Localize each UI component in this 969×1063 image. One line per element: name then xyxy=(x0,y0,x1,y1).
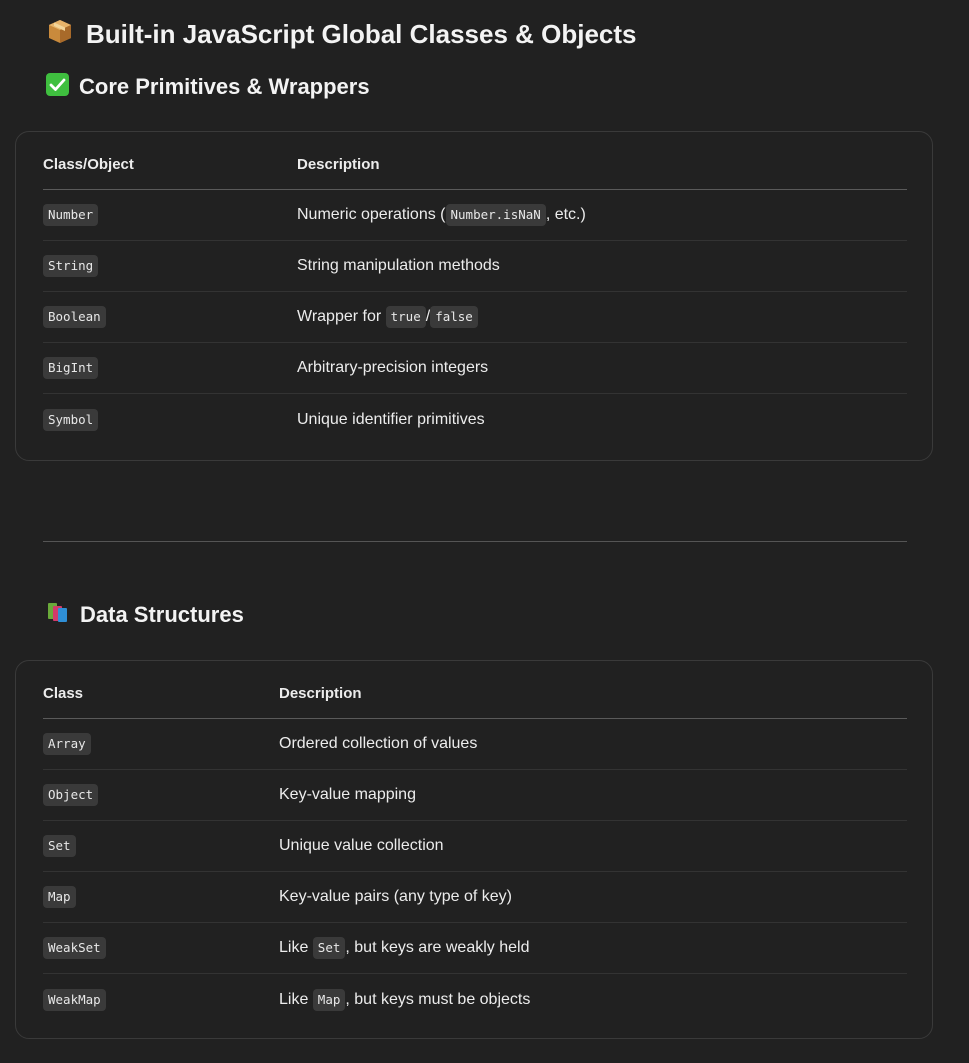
table-row: WeakMap Like Map , but keys must be obje… xyxy=(43,974,907,1025)
inline-code: Set xyxy=(312,937,346,959)
row-description: Arbitrary-precision integers xyxy=(297,359,489,376)
table-row: Map Key-value pairs (any type of key) xyxy=(43,872,907,923)
table-row: Symbol Unique identifier primitives xyxy=(43,394,907,445)
description-text: , etc.) xyxy=(545,206,586,223)
column-header-class: Class/Object xyxy=(43,155,134,173)
row-description: Ordered collection of values xyxy=(279,735,478,752)
page-title: Built-in JavaScript Global Classes & Obj… xyxy=(46,16,637,52)
table-row: Number Numeric operations ( Number.isNaN… xyxy=(43,190,907,241)
row-description: Like Set , but keys are weakly held xyxy=(279,923,529,973)
row-description: String manipulation methods xyxy=(297,257,500,274)
description-text: , but keys must be objects xyxy=(345,990,531,1008)
class-name-code: BigInt xyxy=(43,357,99,379)
row-description: Wrapper for true / false xyxy=(297,292,478,342)
row-description: Numeric operations ( Number.isNaN , etc.… xyxy=(297,190,586,240)
inline-code: true xyxy=(385,306,426,328)
class-name-code: Object xyxy=(43,784,99,806)
class-name-code: Map xyxy=(43,886,76,908)
section-heading-text: Core Primitives & Wrappers xyxy=(79,74,370,99)
table-header: Class/Object Description xyxy=(43,139,907,190)
books-icon xyxy=(46,600,70,630)
inline-code: Map xyxy=(312,988,346,1011)
core-primitives-table: Class/Object Description Number Numeric … xyxy=(15,131,933,461)
row-description: Like Map , but keys must be objects xyxy=(279,974,530,1025)
row-description: Key-value pairs (any type of key) xyxy=(279,888,512,905)
column-header-class: Class xyxy=(43,684,84,702)
table-row: Array Ordered collection of values xyxy=(43,719,907,770)
check-mark-icon xyxy=(46,72,69,102)
row-description: Unique identifier primitives xyxy=(297,410,485,428)
class-name-code: Boolean xyxy=(43,306,106,328)
row-description: Unique value collection xyxy=(279,837,444,854)
class-name-code: Number xyxy=(43,204,99,226)
section-heading-text: Data Structures xyxy=(80,602,244,627)
inline-code: false xyxy=(430,306,478,328)
table-row: BigInt Arbitrary-precision integers xyxy=(43,343,907,394)
description-text: Like xyxy=(279,939,313,956)
page-title-text: Built-in JavaScript Global Classes & Obj… xyxy=(86,18,637,49)
table-row: Boolean Wrapper for true / false xyxy=(43,292,907,343)
column-header-description: Description xyxy=(279,684,362,702)
horizontal-divider xyxy=(43,541,907,542)
package-icon xyxy=(46,17,74,52)
class-name-code: Set xyxy=(43,835,76,857)
table-header: Class Description xyxy=(43,668,907,719)
description-text: Like xyxy=(279,990,313,1008)
table-row: Object Key-value mapping xyxy=(43,770,907,821)
table-row: String String manipulation methods xyxy=(43,241,907,292)
description-text: Numeric operations ( xyxy=(297,206,446,223)
section-heading-core-primitives: Core Primitives & Wrappers xyxy=(46,71,370,103)
data-structures-table: Class Description Array Ordered collecti… xyxy=(15,660,933,1039)
class-name-code: WeakSet xyxy=(43,937,106,959)
class-name-code: Symbol xyxy=(43,408,99,431)
table-row: WeakSet Like Set , but keys are weakly h… xyxy=(43,923,907,974)
section-heading-data-structures: Data Structures xyxy=(46,599,244,631)
class-name-code: Array xyxy=(43,733,91,755)
table-row: Set Unique value collection xyxy=(43,821,907,872)
inline-code: Number.isNaN xyxy=(445,204,546,226)
class-name-code: String xyxy=(43,255,99,277)
description-text: , but keys are weakly held xyxy=(345,939,530,956)
column-header-description: Description xyxy=(297,155,380,173)
description-text: Wrapper for xyxy=(297,308,386,325)
row-description: Key-value mapping xyxy=(279,786,416,803)
class-name-code: WeakMap xyxy=(43,988,106,1011)
